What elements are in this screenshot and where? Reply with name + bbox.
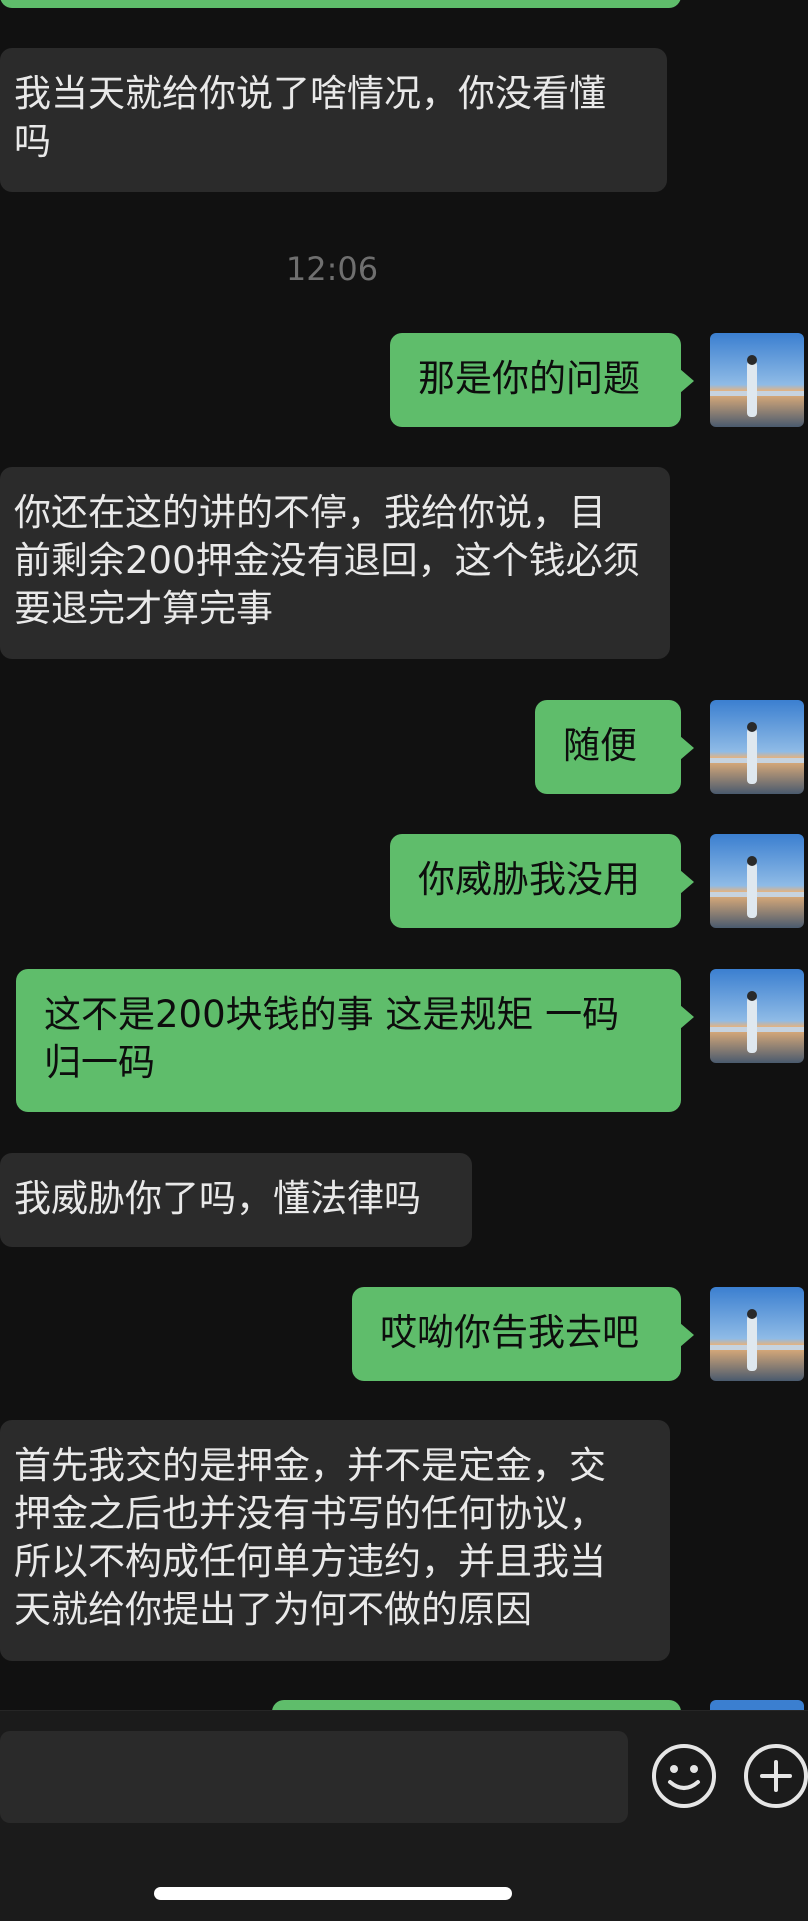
message-bubble-incoming[interactable]: 我威胁你了吗，懂法律吗 <box>0 1153 472 1247</box>
message-text: 你还在这的讲的不停，我给你说，目前剩余200押金没有退回，这个钱必须要退完才算完… <box>14 491 640 630</box>
message-text: 我当天就给你说了啥情况，你没看懂吗 <box>14 72 606 163</box>
message-bubble-incoming[interactable]: 首先我交的是押金，并不是定金，交押金之后也并没有书写的任何协议，所以不构成任何单… <box>0 1420 670 1661</box>
emoji-face-icon[interactable] <box>646 1738 722 1814</box>
avatar-partial[interactable] <box>710 1700 804 1710</box>
avatar[interactable] <box>710 333 804 427</box>
message-bubble-outgoing[interactable]: 随便 <box>535 700 694 794</box>
message-text: 哎呦你告我去吧 <box>380 1311 639 1354</box>
message-text: 你威胁我没用 <box>418 858 640 901</box>
message-bubble-outgoing[interactable]: 哎呦你告我去吧 <box>352 1287 694 1381</box>
message-bubble-incoming[interactable]: 我当天就给你说了啥情况，你没看懂吗 <box>0 48 667 192</box>
home-indicator[interactable] <box>154 1887 512 1900</box>
message-bubble-outgoing[interactable]: 你威胁我没用 <box>390 834 694 928</box>
message-bubble-outgoing[interactable]: 那是你的问题 <box>390 333 694 427</box>
chat-area: 我当天就给你说了啥情况，你没看懂吗 12:06 那是你的问题 你还在这的讲的不停… <box>0 0 808 1710</box>
message-bubble-incoming[interactable]: 你还在这的讲的不停，我给你说，目前剩余200押金没有退回，这个钱必须要退完才算完… <box>0 467 670 659</box>
avatar[interactable] <box>710 1287 804 1381</box>
plus-circle-icon[interactable] <box>738 1738 808 1814</box>
message-bubble-outgoing[interactable]: 这不是200块钱的事 这是规矩 一码归一码 <box>16 969 694 1112</box>
message-text: 首先我交的是押金，并不是定金，交押金之后也并没有书写的任何协议，所以不构成任何单… <box>14 1444 606 1631</box>
avatar[interactable] <box>710 834 804 928</box>
avatar[interactable] <box>710 700 804 794</box>
message-text: 随便 <box>563 724 637 767</box>
message-input[interactable] <box>0 1731 628 1823</box>
avatar[interactable] <box>710 969 804 1063</box>
message-bubble-partial[interactable] <box>272 1700 681 1710</box>
message-text: 我威胁你了吗，懂法律吗 <box>14 1177 421 1220</box>
message-bubble-partial[interactable] <box>0 0 681 8</box>
message-text: 这不是200块钱的事 这是规矩 一码归一码 <box>44 993 620 1084</box>
message-text: 那是你的问题 <box>418 357 640 400</box>
timestamp: 12:06 <box>285 250 379 288</box>
